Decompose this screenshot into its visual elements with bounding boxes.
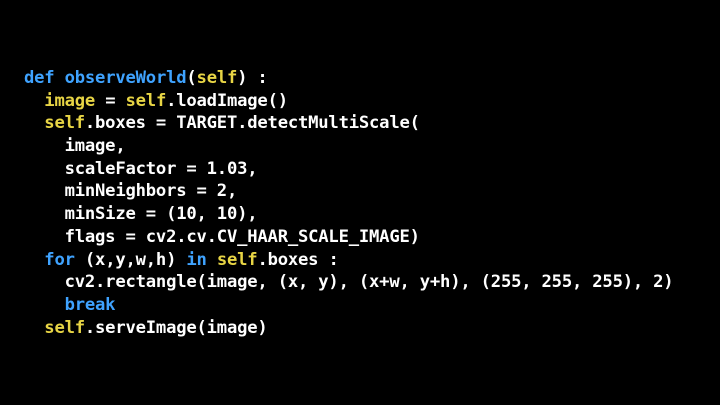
code-line: def observeWorld(self) : (24, 67, 673, 90)
code-token-plain: minNeighbors = 2, (24, 181, 238, 202)
code-line: break (24, 294, 673, 317)
code-token-sf: self (44, 317, 85, 338)
code-line: cv2.rectangle(image, (x, y), (x+w, y+h),… (24, 271, 674, 294)
code-token-kw: in (186, 249, 207, 270)
code-token-kw: for (44, 249, 75, 270)
code-token-sf: self (196, 68, 238, 88)
code-line: self.boxes = TARGET.detectMultiScale( (24, 112, 673, 135)
code-token-kw: break (64, 294, 116, 315)
code-token-plain: .loadImage() (166, 90, 288, 111)
code-token-plain: ) : (237, 68, 268, 88)
code-token-plain: = (95, 90, 126, 111)
code-line: for (x,y,w,h) in self.boxes : (24, 249, 673, 272)
code-token-fn: observeWorld (64, 68, 187, 88)
code-line: scaleFactor = 1.03, (24, 158, 673, 181)
code-token-kw: def (24, 68, 55, 88)
code-line: minSize = (10, 10), (24, 203, 673, 226)
code-token-plain: scaleFactor = 1.03, (24, 158, 258, 179)
code-token-plain: minSize = (10, 10), (24, 204, 258, 225)
code-token-plain: .boxes = TARGET.detectMultiScale( (84, 113, 420, 134)
code-line: image, (24, 135, 673, 158)
code-token-sf: self (44, 113, 85, 134)
code-token-plain: .serveImage(image) (84, 317, 268, 338)
code-line: image = self.loadImage() (24, 90, 673, 113)
code-line: self.serveImage(image) (24, 317, 673, 340)
code-block: def observeWorld(self) : image = self.lo… (24, 67, 674, 340)
code-token-plain: flags = cv2.cv.CV_HAAR_SCALE_IMAGE) (24, 226, 420, 247)
code-token-plain: cv2.rectangle(image, (x, y), (x+w, y+h),… (24, 272, 674, 293)
code-token-plain: .boxes : (257, 249, 339, 270)
code-token-sf: image (44, 90, 96, 111)
code-token-plain: image, (24, 136, 126, 157)
code-token-sf: self (216, 249, 258, 270)
code-token-sf: self (125, 90, 167, 111)
code-line: flags = cv2.cv.CV_HAAR_SCALE_IMAGE) (24, 226, 673, 249)
code-token-plain: ( (186, 68, 197, 88)
code-line: minNeighbors = 2, (24, 180, 673, 203)
code-token-plain: (x,y,w,h) (74, 249, 187, 270)
